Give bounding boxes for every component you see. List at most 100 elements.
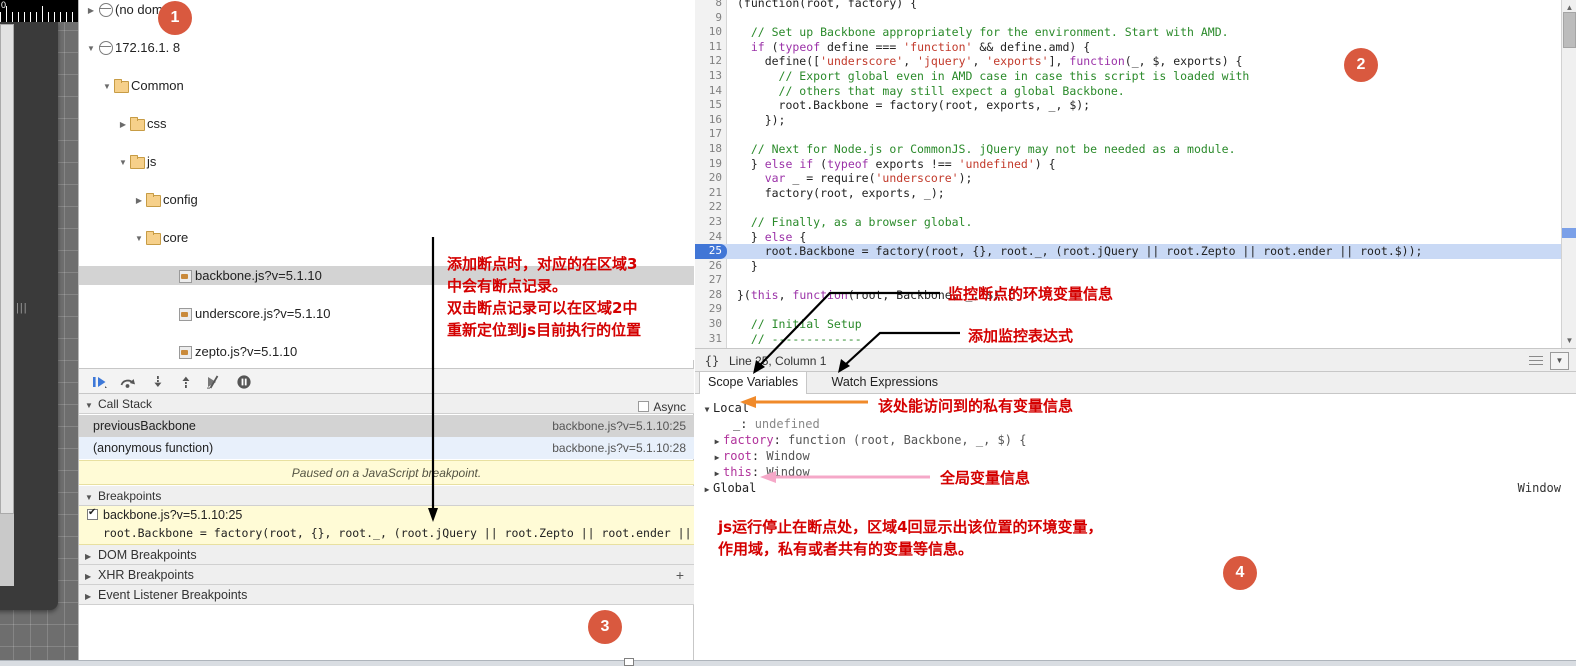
- breakpoint-section[interactable]: ▶ Event Listener Breakpoints: [79, 585, 694, 605]
- chevron-down-icon[interactable]: [101, 77, 113, 96]
- code-line[interactable]: 13 // Export global even in AMD case in …: [695, 69, 1561, 84]
- chevron-right-icon[interactable]: [117, 115, 129, 134]
- chevron-down-icon[interactable]: ▼: [1550, 352, 1569, 370]
- code-line[interactable]: 15 root.Backbone = factory(root, exports…: [695, 98, 1561, 113]
- scope-tab-bar[interactable]: Scope Variables Watch Expressions: [695, 372, 1576, 394]
- code-line-text: }: [737, 259, 758, 274]
- code-line-number[interactable]: 28: [695, 288, 725, 303]
- code-line[interactable]: 26 }: [695, 259, 1561, 274]
- background-scrollbar-thumb[interactable]: [0, 24, 14, 514]
- scope-variable-row[interactable]: ▶ this: Window: [701, 464, 1576, 480]
- code-line[interactable]: 22: [695, 200, 1561, 215]
- source-vertical-scrollbar[interactable]: ▲ ▼: [1561, 0, 1576, 348]
- code-line-number[interactable]: 17: [695, 127, 725, 142]
- scope-variable-row[interactable]: ▶ root: Window: [701, 448, 1576, 464]
- code-line[interactable]: 8 (function(root, factory) {: [695, 0, 1561, 11]
- scope-tab-scope-variables[interactable]: Scope Variables: [699, 372, 808, 394]
- code-line[interactable]: 27: [695, 273, 1561, 288]
- resume-script-button[interactable]: [89, 372, 111, 392]
- lines-menu-icon[interactable]: [1528, 352, 1544, 369]
- scrollbar-thumb[interactable]: [1563, 12, 1576, 48]
- code-line-number[interactable]: 18: [695, 142, 725, 157]
- code-line-number[interactable]: 22: [695, 200, 725, 215]
- code-line-number[interactable]: 15: [695, 98, 725, 113]
- code-line-number[interactable]: 23: [695, 215, 725, 230]
- code-line-number[interactable]: 31: [695, 332, 725, 347]
- tree-row[interactable]: css: [79, 114, 694, 133]
- scope-variable-row[interactable]: ▼ Local: [701, 400, 1576, 416]
- code-line[interactable]: 9: [695, 11, 1561, 26]
- tree-row[interactable]: js: [79, 152, 694, 171]
- code-line-number[interactable]: 29: [695, 302, 725, 317]
- code-line[interactable]: 18 // Next for Node.js or CommonJS. jQue…: [695, 142, 1561, 157]
- code-line-number[interactable]: 12: [695, 54, 725, 69]
- code-line-number[interactable]: 20: [695, 171, 725, 186]
- tree-row[interactable]: 172.16.1. 8: [79, 38, 694, 57]
- code-line-number[interactable]: 8: [695, 0, 725, 11]
- resize-handle[interactable]: [624, 658, 634, 666]
- code-line-number[interactable]: 21: [695, 186, 725, 201]
- debugger-toolbar[interactable]: [79, 368, 694, 394]
- code-line-number[interactable]: 25: [695, 244, 727, 259]
- code-line[interactable]: 10 // Set up Backbone appropriately for …: [695, 25, 1561, 40]
- breakpoint-section[interactable]: ▶ DOM Breakpoints: [79, 545, 694, 565]
- code-line-number[interactable]: 11: [695, 40, 725, 55]
- code-line-number[interactable]: 30: [695, 317, 725, 332]
- chevron-down-icon[interactable]: [133, 229, 145, 248]
- code-line[interactable]: 21 factory(root, exports, _);: [695, 186, 1561, 201]
- pretty-print-icon[interactable]: {}: [695, 349, 729, 373]
- code-line-number[interactable]: 14: [695, 84, 725, 99]
- tree-row[interactable]: zepto.js?v=5.1.10: [79, 342, 694, 360]
- source-code-view[interactable]: 8 (function(root, factory) {9 10 // Set up…: [695, 0, 1561, 348]
- chevron-right-icon[interactable]: ▶: [701, 482, 713, 498]
- scope-variable-row[interactable]: ▶ Global Window: [701, 480, 1576, 496]
- tree-row[interactable]: core: [79, 228, 694, 247]
- step-into-button[interactable]: [147, 372, 169, 392]
- code-line[interactable]: 12 define(['underscore', 'jquery', 'expo…: [695, 54, 1561, 69]
- step-out-button[interactable]: [175, 372, 197, 392]
- code-line-number[interactable]: 10: [695, 25, 725, 40]
- step-over-button[interactable]: [117, 372, 139, 392]
- call-stack-header[interactable]: ▼ Call Stack Async: [79, 394, 694, 414]
- breakpoint-section[interactable]: ▶ XHR Breakpoints +: [79, 565, 694, 585]
- chevron-right-icon[interactable]: [133, 191, 145, 210]
- code-line[interactable]: 24 } else {: [695, 230, 1561, 245]
- code-line[interactable]: 25 root.Backbone = factory(root, {}, roo…: [695, 244, 1561, 259]
- async-checkbox[interactable]: Async: [638, 397, 686, 417]
- breakpoints-header[interactable]: ▼ Breakpoints: [79, 486, 694, 506]
- scroll-down-arrow-icon[interactable]: ▼: [1562, 333, 1576, 348]
- breakpoint-item[interactable]: backbone.js?v=5.1.10:25 root.Backbone = f…: [79, 506, 694, 545]
- tree-row[interactable]: config: [79, 190, 694, 209]
- code-line[interactable]: 20 var _ = require('underscore');: [695, 171, 1561, 186]
- code-line-number[interactable]: 9: [695, 11, 725, 26]
- code-line[interactable]: 29: [695, 302, 1561, 317]
- code-line-number[interactable]: 24: [695, 230, 725, 245]
- chevron-down-icon[interactable]: [117, 153, 129, 172]
- code-line-number[interactable]: 13: [695, 69, 725, 84]
- breakpoint-checkbox[interactable]: [87, 507, 98, 520]
- scope-tab-watch-expressions[interactable]: Watch Expressions: [824, 372, 947, 394]
- scope-variable-row[interactable]: _: undefined: [701, 416, 1576, 432]
- call-stack-frame[interactable]: (anonymous function) backbone.js?v=5.1.10…: [79, 437, 694, 459]
- chevron-down-icon[interactable]: [85, 39, 97, 58]
- code-line-number[interactable]: 27: [695, 273, 725, 288]
- code-line[interactable]: 30 // Initial Setup: [695, 317, 1561, 332]
- pause-on-exceptions-button[interactable]: [233, 372, 255, 392]
- code-line[interactable]: 19 } else if (typeof exports !== 'undefi…: [695, 157, 1561, 172]
- call-stack-frame[interactable]: previousBackbone backbone.js?v=5.1.10:25: [79, 415, 694, 437]
- scope-variable-row[interactable]: ▶ factory: function (root, Backbone, _, $…: [701, 432, 1576, 448]
- code-line[interactable]: 16 });: [695, 113, 1561, 128]
- code-line[interactable]: 14 // others that may still expect a glo…: [695, 84, 1561, 99]
- tree-row[interactable]: Common: [79, 76, 694, 95]
- code-line[interactable]: 28}(this, function(root, Backbone, _, $)…: [695, 288, 1561, 303]
- code-line-number[interactable]: 19: [695, 157, 725, 172]
- code-line[interactable]: 11 if (typeof define === 'function' && d…: [695, 40, 1561, 55]
- add-xhr-breakpoint-button[interactable]: +: [676, 565, 684, 585]
- code-line[interactable]: 17: [695, 127, 1561, 142]
- chevron-right-icon[interactable]: [85, 1, 97, 20]
- code-line[interactable]: 31 // -------------: [695, 332, 1561, 347]
- code-line-number[interactable]: 26: [695, 259, 725, 274]
- code-line-number[interactable]: 16: [695, 113, 725, 128]
- deactivate-breakpoints-button[interactable]: [203, 372, 225, 392]
- code-line[interactable]: 23 // Finally, as a browser global.: [695, 215, 1561, 230]
